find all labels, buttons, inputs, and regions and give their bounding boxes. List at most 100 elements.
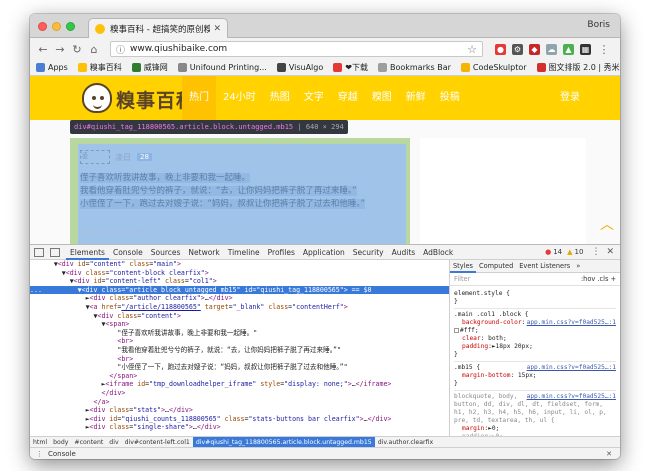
address-bar[interactable]: ⓘ www.qiushibaike.com ☆ <box>110 41 483 57</box>
drawer-menu-icon[interactable]: ⋮ <box>36 450 43 458</box>
inspect-element-icon[interactable] <box>34 247 44 257</box>
close-window-button[interactable] <box>38 22 47 31</box>
bookmark-weiphone[interactable]: 威锋网 <box>131 62 168 73</box>
breadcrumb-content[interactable]: #content <box>71 437 106 447</box>
forward-arrow-icon[interactable]: → <box>53 43 67 56</box>
profile-name[interactable]: Boris <box>587 20 610 30</box>
breadcrumb-content-left[interactable]: div#content-left.col1 <box>122 437 193 447</box>
extension-green-icon[interactable]: ▲ <box>563 43 574 55</box>
tab-profiles[interactable]: Profiles <box>264 245 299 260</box>
back-arrow-icon[interactable]: ← <box>36 43 50 56</box>
styles-filter-input[interactable]: Filter :hov .cls + <box>450 273 620 286</box>
tab-sources[interactable]: Sources <box>147 245 185 260</box>
tab-timeline[interactable]: Timeline <box>224 245 264 260</box>
dom-node[interactable]: </a> <box>30 398 449 407</box>
css-rule[interactable]: element.style {} <box>454 288 616 309</box>
nav-text[interactable]: 文字 <box>297 76 331 120</box>
css-rule[interactable]: .mb15 {app.min.css?v=f0ad525…:1 margin-b… <box>454 362 616 391</box>
css-rules[interactable]: element.style {} .main .col1 .block {app… <box>450 286 620 436</box>
dom-node[interactable]: ►<div class="author clearfix">…</div> <box>30 294 449 303</box>
dom-node[interactable]: </div> <box>30 389 449 398</box>
dom-node[interactable]: ▼<div class="content-block clearfix"> <box>30 269 449 278</box>
devtools-menu-icon[interactable]: ⋮ <box>591 247 600 257</box>
dom-node[interactable]: ►<div class="single-share">…</div> <box>30 423 449 432</box>
tab-audits[interactable]: Audits <box>388 245 420 260</box>
bookmark-xiumi[interactable]: 图文排版 2.0 | 秀米... <box>536 62 620 73</box>
dom-node[interactable]: <br> <box>30 337 449 346</box>
close-devtools-icon[interactable]: ✕ <box>606 247 614 257</box>
dom-node[interactable]: ►<div id="qiushi_counts_118800565" class… <box>30 415 449 424</box>
device-toolbar-icon[interactable] <box>50 247 60 257</box>
bookmark-codeskulptor[interactable]: CodeSkulptor <box>460 63 527 72</box>
bookmark-apps[interactable]: Apps <box>36 63 68 72</box>
breadcrumb-html[interactable]: html <box>30 437 50 447</box>
bookmark-unifound[interactable]: Unifound Printing... <box>177 63 267 72</box>
extension-red-icon[interactable]: ◆ <box>529 43 540 55</box>
home-icon[interactable]: ⌂ <box>87 43 101 56</box>
nav-submit[interactable]: 投稿 <box>433 76 467 120</box>
more-tabs-chevron-icon[interactable]: » <box>573 260 583 273</box>
dom-node[interactable]: "我看他穿着肚兜兮兮的裤子，就说：“去，让你妈妈把裤子脱了再过来睡。”" <box>30 346 449 355</box>
dom-node[interactable]: ▼<div class="content"> <box>30 312 449 321</box>
joke-content[interactable]: 侄子喜欢听我讲故事，晚上非要和我一起睡。 我看他穿着肚兜兮兮的裤子，就说：“去，… <box>80 172 404 211</box>
reload-icon[interactable]: ↻ <box>70 43 84 56</box>
bookmark-folder-bar[interactable]: Bookmarks Bar <box>377 63 451 72</box>
dom-tree[interactable]: ▼<div id="content" class="main"> ▼<div c… <box>30 260 450 436</box>
dom-node[interactable]: </span> <box>30 372 449 381</box>
nav-fresh[interactable]: 新鲜 <box>399 76 433 120</box>
dom-node-selected[interactable]: ... ▼<div class="article block untagged … <box>30 285 449 295</box>
css-rule[interactable]: blockquote, body, app.min.css?v=f0ad525…:… <box>454 391 616 436</box>
tab-adblock[interactable]: AdBlock <box>419 245 457 260</box>
extension-cloud-icon[interactable]: ☁ <box>546 43 557 55</box>
browser-menu-icon[interactable]: ⋮ <box>597 43 611 56</box>
qiushi-logo-icon[interactable] <box>82 83 112 113</box>
maximize-window-button[interactable] <box>66 22 75 31</box>
avatar[interactable]: 凌 <box>80 150 110 164</box>
login-link[interactable]: 登录 <box>560 76 580 120</box>
minimize-window-button[interactable] <box>52 22 61 31</box>
breadcrumb-body[interactable]: body <box>50 437 71 447</box>
dom-node[interactable]: ▼<span> <box>30 320 449 329</box>
bookmark-download[interactable]: ❤下载 <box>333 62 368 73</box>
close-tab-icon[interactable]: ✕ <box>213 24 221 34</box>
tab-network[interactable]: Network <box>184 245 223 260</box>
nav-24h[interactable]: 24小时 <box>216 76 263 120</box>
css-rule[interactable]: .main .col1 .block {app.min.css?v=f0ad52… <box>454 309 616 362</box>
dom-node[interactable]: ►<iframe id="tmp_downloadhelper_iframe" … <box>30 380 449 389</box>
extension-adblock-icon[interactable]: ● <box>495 43 506 55</box>
nav-history[interactable]: 穿越 <box>331 76 365 120</box>
extension-grid-icon[interactable]: ▦ <box>580 43 591 55</box>
nav-hot[interactable]: 热门 <box>182 76 216 120</box>
error-warning-counter[interactable]: ● 14 ▲ 10 <box>545 248 583 256</box>
tab-application[interactable]: Application <box>299 245 349 260</box>
breadcrumb-article[interactable]: div#qiushi_tag_118800565.article.block.u… <box>192 437 375 447</box>
dom-node[interactable]: ►<div class="stats">…</div> <box>30 406 449 415</box>
tab-security[interactable]: Security <box>349 245 388 260</box>
bookmark-qiushi[interactable]: 糗事百科 <box>77 62 122 73</box>
tab-styles[interactable]: Styles <box>450 260 476 273</box>
extension-gear-icon[interactable]: ⚙ <box>512 43 523 55</box>
dom-node[interactable]: <br> <box>30 355 449 364</box>
bookmark-visualgo[interactable]: VisuAlgo <box>276 63 323 72</box>
page-info-icon[interactable]: ⓘ <box>116 43 125 56</box>
close-drawer-icon[interactable]: ✕ <box>606 450 612 458</box>
nav-hot-pics[interactable]: 热图 <box>263 76 297 120</box>
browser-tab[interactable]: 糗事百科 - 超搞笑的原创糗事笑话分享社区 ✕ <box>88 18 228 39</box>
tab-console[interactable]: Console <box>109 245 147 260</box>
dom-node[interactable]: ▼<a href="/article/118800565" target="_b… <box>30 303 449 312</box>
dom-node[interactable]: ▼<div id="content-left" class="col1"> <box>30 277 449 286</box>
dom-node[interactable]: "小侄侄了一下，跑过去对嫂子说：“妈妈，叔叔让你把裤子脱了过去和他睡。”" <box>30 363 449 372</box>
breadcrumb-author[interactable]: div.author.clearfix <box>375 437 436 447</box>
bookmark-star-icon[interactable]: ☆ <box>467 43 477 56</box>
tab-elements[interactable]: Elements <box>66 245 109 260</box>
dom-node[interactable]: ▼<div id="content" class="main"> <box>30 260 449 269</box>
breadcrumb-div[interactable]: div <box>106 437 121 447</box>
scroll-to-top-chevron-icon[interactable]: ︿ <box>600 214 614 234</box>
console-drawer-tab[interactable]: Console <box>48 450 76 458</box>
dom-node[interactable]: "侄子喜欢听我讲故事，晚上非要和我一起睡。" <box>30 329 449 338</box>
tab-event-listeners[interactable]: Event Listeners <box>516 260 573 273</box>
author-name[interactable]: 凌日 <box>115 152 131 163</box>
filter-toggles[interactable]: :hov .cls + <box>581 275 616 283</box>
tab-computed[interactable]: Computed <box>476 260 516 273</box>
nav-pics[interactable]: 糗图 <box>365 76 399 120</box>
